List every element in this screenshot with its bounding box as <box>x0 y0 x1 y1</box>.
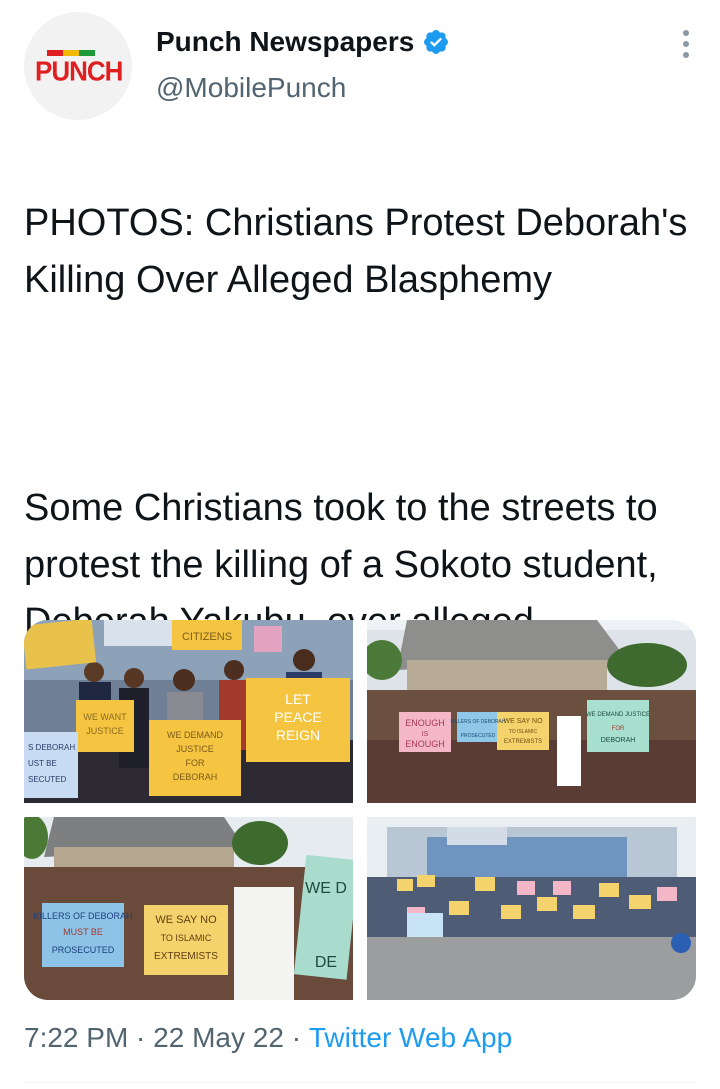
tweet-meta: 7:22 PM · 22 May 22 · Twitter Web App <box>24 1022 512 1054</box>
photo-3[interactable]: KILLERS OF DEBORAH MUST BE PROSECUTED WE… <box>24 817 353 1000</box>
tweet-date[interactable]: 22 May 22 <box>153 1022 284 1054</box>
svg-text:SECUTED: SECUTED <box>28 775 66 784</box>
punch-logo: PUNCH <box>33 46 123 87</box>
svg-text:JUSTICE: JUSTICE <box>176 744 214 754</box>
svg-text:KILLERS OF DEBORAH: KILLERS OF DEBORAH <box>450 719 505 725</box>
svg-text:DE: DE <box>315 954 337 971</box>
photo-4[interactable] <box>367 817 696 1000</box>
divider <box>24 1082 696 1083</box>
photo-2-image: ENOUGH IS ENOUGH KILLERS OF DEBORAH PROS… <box>367 620 696 803</box>
svg-text:REIGN: REIGN <box>276 727 320 743</box>
svg-text:FOR: FOR <box>612 726 625 732</box>
meta-separator: · <box>283 1022 309 1053</box>
tweet-source-link[interactable]: Twitter Web App <box>309 1022 512 1054</box>
svg-text:WE D: WE D <box>305 880 347 897</box>
photo-2[interactable]: ENOUGH IS ENOUGH KILLERS OF DEBORAH PROS… <box>367 620 696 803</box>
photo-3-image: KILLERS OF DEBORAH MUST BE PROSECUTED WE… <box>24 817 353 1000</box>
tweet-time[interactable]: 7:22 PM <box>24 1022 128 1054</box>
media-grid: CITIZENS WE WANT JUSTICE WE DEMAND JUSTI… <box>24 620 696 1000</box>
svg-text:PROSECUTED: PROSECUTED <box>52 945 115 955</box>
svg-text:TO ISLAMIC: TO ISLAMIC <box>509 729 538 735</box>
tweet-headline: PHOTOS: Christians Protest Deborah's Kil… <box>24 202 688 301</box>
svg-text:WE DEMAND: WE DEMAND <box>167 730 224 740</box>
photo-1-image: CITIZENS WE WANT JUSTICE WE DEMAND JUSTI… <box>24 620 353 803</box>
svg-text:LET: LET <box>285 691 311 707</box>
svg-text:TO ISLAMIC: TO ISLAMIC <box>161 933 212 943</box>
punch-logo-wordmark: PUNCH <box>35 55 123 87</box>
svg-text:WE SAY NO: WE SAY NO <box>503 718 543 725</box>
svg-text:EXTREMISTS: EXTREMISTS <box>504 739 542 745</box>
svg-text:JUSTICE: JUSTICE <box>86 726 124 736</box>
svg-text:FOR: FOR <box>186 758 205 768</box>
svg-text:DEBORAH: DEBORAH <box>173 772 218 782</box>
author-name-row: Punch Newspapers <box>156 26 450 58</box>
svg-text:KILLERS OF DEBORAH: KILLERS OF DEBORAH <box>33 911 132 921</box>
svg-text:DEBORAH: DEBORAH <box>601 737 636 744</box>
svg-text:ENOUGH: ENOUGH <box>405 718 445 728</box>
more-options-icon[interactable] <box>682 30 690 58</box>
author-handle[interactable]: @MobilePunch <box>156 72 346 104</box>
svg-text:MUST BE: MUST BE <box>63 927 103 937</box>
svg-text:ENOUGH: ENOUGH <box>405 739 445 749</box>
svg-text:PROSECUTED: PROSECUTED <box>461 733 496 739</box>
svg-text:WE SAY NO: WE SAY NO <box>155 914 217 926</box>
meta-separator: · <box>128 1022 154 1053</box>
avatar[interactable]: PUNCH <box>24 12 132 120</box>
photo-4-image <box>367 817 696 1000</box>
photo-1[interactable]: CITIZENS WE WANT JUSTICE WE DEMAND JUSTI… <box>24 620 353 803</box>
svg-text:WE DEMAND JUSTICE: WE DEMAND JUSTICE <box>586 712 650 718</box>
svg-text:WE WANT: WE WANT <box>83 712 127 722</box>
author-display-name[interactable]: Punch Newspapers <box>156 26 414 58</box>
svg-text:S DEBORAH: S DEBORAH <box>28 743 75 752</box>
svg-text:EXTREMISTS: EXTREMISTS <box>154 951 218 962</box>
verified-badge-icon <box>424 30 449 54</box>
photo-1-sign-citizens: CITIZENS <box>182 631 232 643</box>
svg-text:UST BE: UST BE <box>28 759 57 768</box>
svg-text:PEACE: PEACE <box>274 709 321 725</box>
svg-text:IS: IS <box>422 731 429 738</box>
